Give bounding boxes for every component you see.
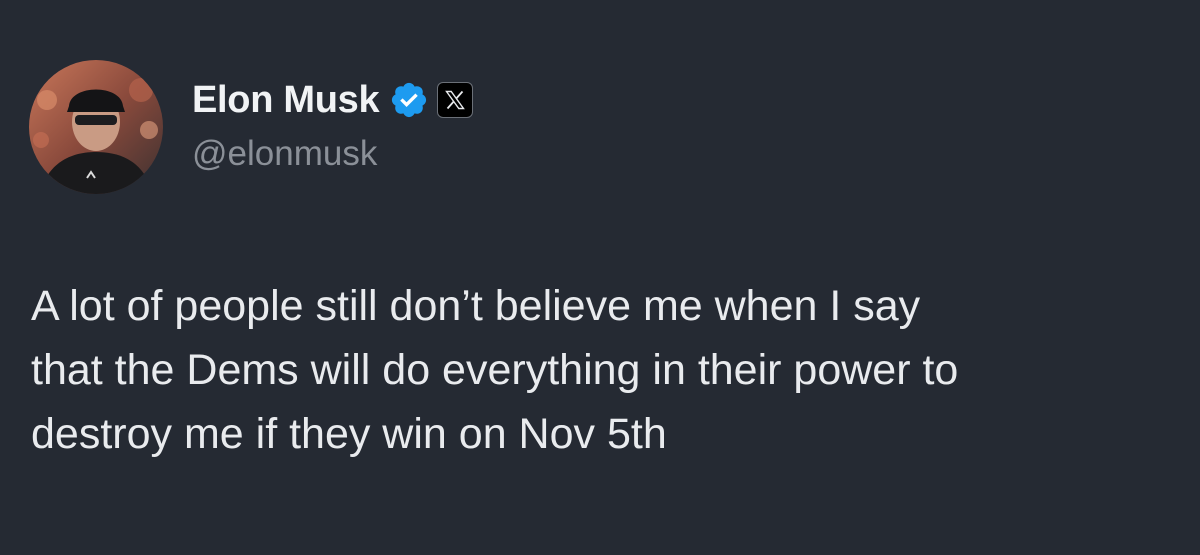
author-handle[interactable]: @elonmusk xyxy=(192,134,377,174)
avatar[interactable] xyxy=(29,60,163,194)
display-name[interactable]: Elon Musk xyxy=(192,79,380,122)
tweet-text-line: destroy me if they win on Nov 5th xyxy=(31,410,667,458)
tweet-text-line: that the Dems will do everything in thei… xyxy=(31,346,959,394)
tweet-text-line: A lot of people still don’t believe me w… xyxy=(31,282,921,330)
tweet-card: Elon Musk @elonmusk A lot of people stil… xyxy=(0,0,1200,555)
x-logo-icon xyxy=(437,82,474,118)
author-name-row: Elon Musk xyxy=(192,74,474,126)
tweet-text: A lot of people still don’t believe me w… xyxy=(31,274,1181,466)
verified-badge-icon xyxy=(389,80,429,120)
